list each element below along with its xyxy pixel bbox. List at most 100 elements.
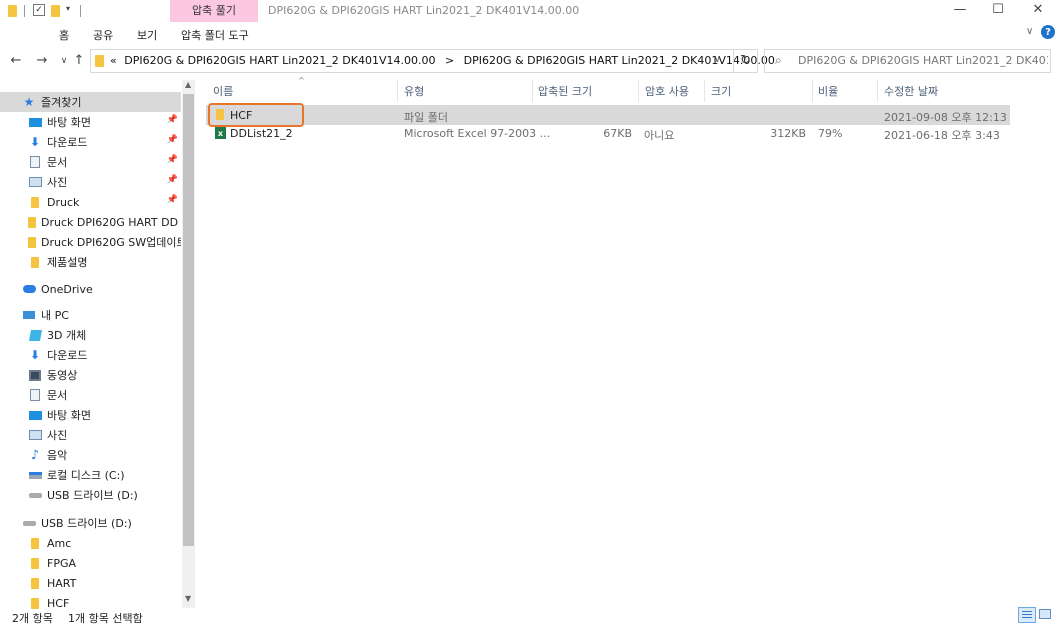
sidebar-item[interactable]: 사진	[0, 425, 181, 445]
column-divider[interactable]	[532, 80, 533, 102]
recent-locations-dropdown-icon[interactable]: ∨	[56, 53, 72, 69]
properties-checkbox-icon[interactable]: ✓	[33, 4, 45, 16]
column-header-password[interactable]: 암호 사용	[645, 83, 689, 99]
breadcrumb[interactable]: « DPI620G & DPI620GIS HART Lin2021_2 DK4…	[110, 54, 775, 67]
file-date-modified: 2021-09-08 오후 12:13	[884, 111, 1007, 124]
address-dropdown-icon[interactable]: ∨	[714, 55, 721, 65]
star-icon: ★	[23, 95, 35, 109]
sidebar-item[interactable]: 바탕 화면	[0, 405, 181, 425]
pin-icon[interactable]: 📌	[167, 115, 178, 125]
column-header-size[interactable]: 크기	[711, 83, 731, 99]
sidebar-item-label: 다운로드	[47, 349, 88, 362]
sidebar-item[interactable]: 문서 📌	[0, 152, 181, 172]
pin-icon[interactable]: 📌	[167, 155, 178, 165]
sidebar-item[interactable]: HART	[0, 573, 181, 593]
ribbon-expand-icon[interactable]: ∨	[1026, 26, 1033, 37]
folder-icon	[28, 215, 36, 229]
sidebar-item-label: HART	[47, 576, 77, 590]
table-row[interactable]: x DDList21_2 Microsoft Excel 97-2003 ...…	[206, 124, 1010, 144]
table-row[interactable]: HCF 파일 폴더 2021-09-08 오후 12:13	[206, 103, 1010, 127]
sidebar-item-usb-drive[interactable]: USB 드라이브 (D:)	[0, 513, 181, 533]
tab-view[interactable]: 보기	[137, 27, 157, 43]
sidebar-item-label: Druck DPI620G SW업데이트_	[41, 236, 181, 249]
sidebar-item[interactable]: Druck DPI620G SW업데이트_	[0, 232, 181, 252]
scroll-up-icon[interactable]: ▲	[185, 80, 191, 89]
tab-home[interactable]: 홈	[59, 27, 69, 43]
file-date-modified: 2021-06-18 오후 3:43	[884, 129, 1000, 142]
up-button[interactable]: ↑	[71, 53, 87, 69]
sidebar-item[interactable]: Amc	[0, 533, 181, 553]
sidebar-item[interactable]: FPGA	[0, 553, 181, 573]
sidebar-item-this-pc[interactable]: 내 PC	[0, 305, 181, 325]
breadcrumb-overflow[interactable]: «	[110, 54, 117, 67]
column-header-name[interactable]: 이름	[213, 83, 233, 99]
close-button[interactable]: ✕	[1018, 2, 1057, 20]
sidebar-item-label: 내 PC	[41, 309, 69, 322]
column-divider[interactable]	[812, 80, 813, 102]
divider	[24, 5, 25, 17]
pin-icon[interactable]: 📌	[167, 135, 178, 145]
back-button[interactable]: ←	[8, 53, 24, 69]
column-divider[interactable]	[704, 80, 705, 102]
breadcrumb-segment[interactable]: DPI620G & DPI620GIS HART Lin2021_2 DK401…	[464, 54, 775, 67]
pin-icon[interactable]: 📌	[167, 195, 178, 205]
sidebar-item-label: 사진	[47, 429, 68, 442]
sidebar-item-label: 바탕 화면	[47, 409, 91, 422]
tab-share[interactable]: 공유	[93, 27, 113, 43]
new-folder-icon[interactable]	[51, 5, 60, 17]
quick-access-toolbar-dropdown-icon[interactable]: ▾	[66, 4, 70, 13]
videos-icon	[28, 368, 42, 382]
sidebar-item[interactable]: 3D 개체	[0, 325, 181, 345]
help-icon[interactable]: ?	[1041, 25, 1055, 39]
sidebar-item[interactable]: 동영상	[0, 365, 181, 385]
breadcrumb-separator-icon[interactable]: >	[445, 54, 454, 67]
sidebar-item[interactable]: ⬇ 다운로드	[0, 345, 181, 365]
folder-icon	[28, 195, 42, 209]
tab-extract[interactable]: 압축 풀기	[170, 0, 258, 22]
document-icon	[28, 155, 42, 169]
folder-icon	[28, 556, 42, 570]
search-input[interactable]: DPI620G & DPI620GIS HART Lin2021_2 DK401…	[798, 54, 1048, 67]
sidebar-item[interactable]: 문서	[0, 385, 181, 405]
column-divider[interactable]	[638, 80, 639, 102]
excel-icon: x	[215, 127, 226, 139]
sidebar-item-label: FPGA	[47, 556, 77, 570]
cloud-icon	[22, 282, 36, 296]
refresh-button[interactable]: ↻	[733, 50, 757, 72]
sidebar-item-label: Amc	[47, 536, 72, 550]
tab-compressed-folder-tools[interactable]: 압축 폴더 도구	[181, 27, 249, 43]
sidebar-item[interactable]: Druck 📌	[0, 192, 181, 212]
file-ratio: 79%	[818, 127, 843, 140]
sidebar-item-onedrive[interactable]: OneDrive	[0, 279, 181, 299]
minimize-button[interactable]: —	[940, 2, 980, 20]
column-divider[interactable]	[397, 80, 398, 102]
large-icons-view-button[interactable]	[1039, 609, 1051, 619]
column-header-type[interactable]: 유형	[404, 83, 424, 99]
sidebar-item[interactable]: USB 드라이브 (D:)	[0, 485, 181, 505]
column-header-ratio[interactable]: 비율	[818, 83, 838, 99]
column-header-date-modified[interactable]: 수정한 날짜	[884, 83, 938, 99]
file-type: Microsoft Excel 97-2003 ...	[404, 127, 551, 140]
breadcrumb-segment[interactable]: DPI620G & DPI620GIS HART Lin2021_2 DK401…	[124, 54, 435, 67]
sidebar-item[interactable]: ♪ 음악	[0, 445, 181, 465]
sidebar-item[interactable]: ⬇ 다운로드 📌	[0, 132, 181, 152]
details-view-button[interactable]	[1018, 607, 1036, 623]
forward-button[interactable]: →	[34, 53, 50, 69]
scroll-down-icon[interactable]: ▼	[185, 594, 191, 603]
sidebar-item-quick-access[interactable]: ★ 즐겨찾기	[0, 92, 181, 112]
sidebar-item[interactable]: 제품설명	[0, 252, 181, 272]
sidebar-item[interactable]: Druck DPI620G HART DD File	[0, 212, 181, 232]
folder-icon	[28, 255, 42, 269]
sidebar-scrollbar-thumb[interactable]	[183, 94, 194, 546]
sidebar-item[interactable]: 바탕 화면 📌	[0, 112, 181, 132]
sidebar-item[interactable]: 사진 📌	[0, 172, 181, 192]
pin-icon[interactable]: 📌	[167, 175, 178, 185]
file-packed-size: 67KB	[603, 127, 632, 140]
sidebar-item[interactable]: 로컬 디스크 (C:)	[0, 465, 181, 485]
file-name: DDList21_2	[230, 127, 293, 140]
sidebar-item-label: OneDrive	[41, 282, 93, 296]
column-divider[interactable]	[877, 80, 878, 102]
column-header-packed-size[interactable]: 압축된 크기	[538, 83, 592, 99]
document-icon	[28, 388, 42, 402]
maximize-button[interactable]: ☐	[978, 2, 1018, 20]
